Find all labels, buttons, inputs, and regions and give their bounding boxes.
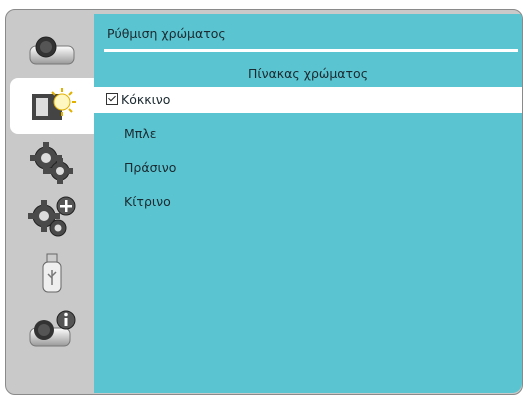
option-label: Κίτρινο	[124, 194, 171, 209]
osd-menu-window: Ρύθμιση χρώματος Πίνακας χρώματος Κόκκιν…	[5, 9, 523, 395]
option-green[interactable]: Πράσινο	[94, 155, 522, 181]
display-settings-icon	[32, 88, 76, 120]
option-red[interactable]: Κόκκινο	[94, 87, 522, 113]
option-label: Πράσινο	[124, 160, 177, 175]
option-blue[interactable]: Μπλε	[94, 121, 522, 147]
sidebar-item-settings[interactable]	[10, 134, 94, 190]
gears-icon	[30, 142, 73, 184]
menu-title: Ρύθμιση χρώματος	[107, 26, 226, 41]
projector-info-icon	[29, 310, 76, 347]
sidebar-item-image[interactable]	[10, 22, 94, 78]
sidebar-item-advanced-settings[interactable]	[10, 190, 94, 246]
title-divider	[104, 49, 518, 52]
sidebar-item-display[interactable]	[10, 78, 94, 134]
gears-plus-icon	[28, 196, 76, 237]
projector-icon	[29, 36, 75, 65]
color-table-heading: Πίνακας χρώματος	[247, 66, 369, 81]
option-label: Κόκκινο	[121, 92, 171, 107]
sidebar-item-information[interactable]	[10, 302, 94, 358]
checked-checkbox-icon	[106, 93, 118, 105]
option-label: Μπλε	[124, 126, 157, 141]
option-yellow[interactable]: Κίτρινο	[94, 189, 522, 215]
usb-icon	[42, 253, 62, 293]
sidebar-item-usb[interactable]	[10, 246, 94, 302]
color-settings-panel: Ρύθμιση χρώματος Πίνακας χρώματος Κόκκιν…	[94, 14, 522, 393]
